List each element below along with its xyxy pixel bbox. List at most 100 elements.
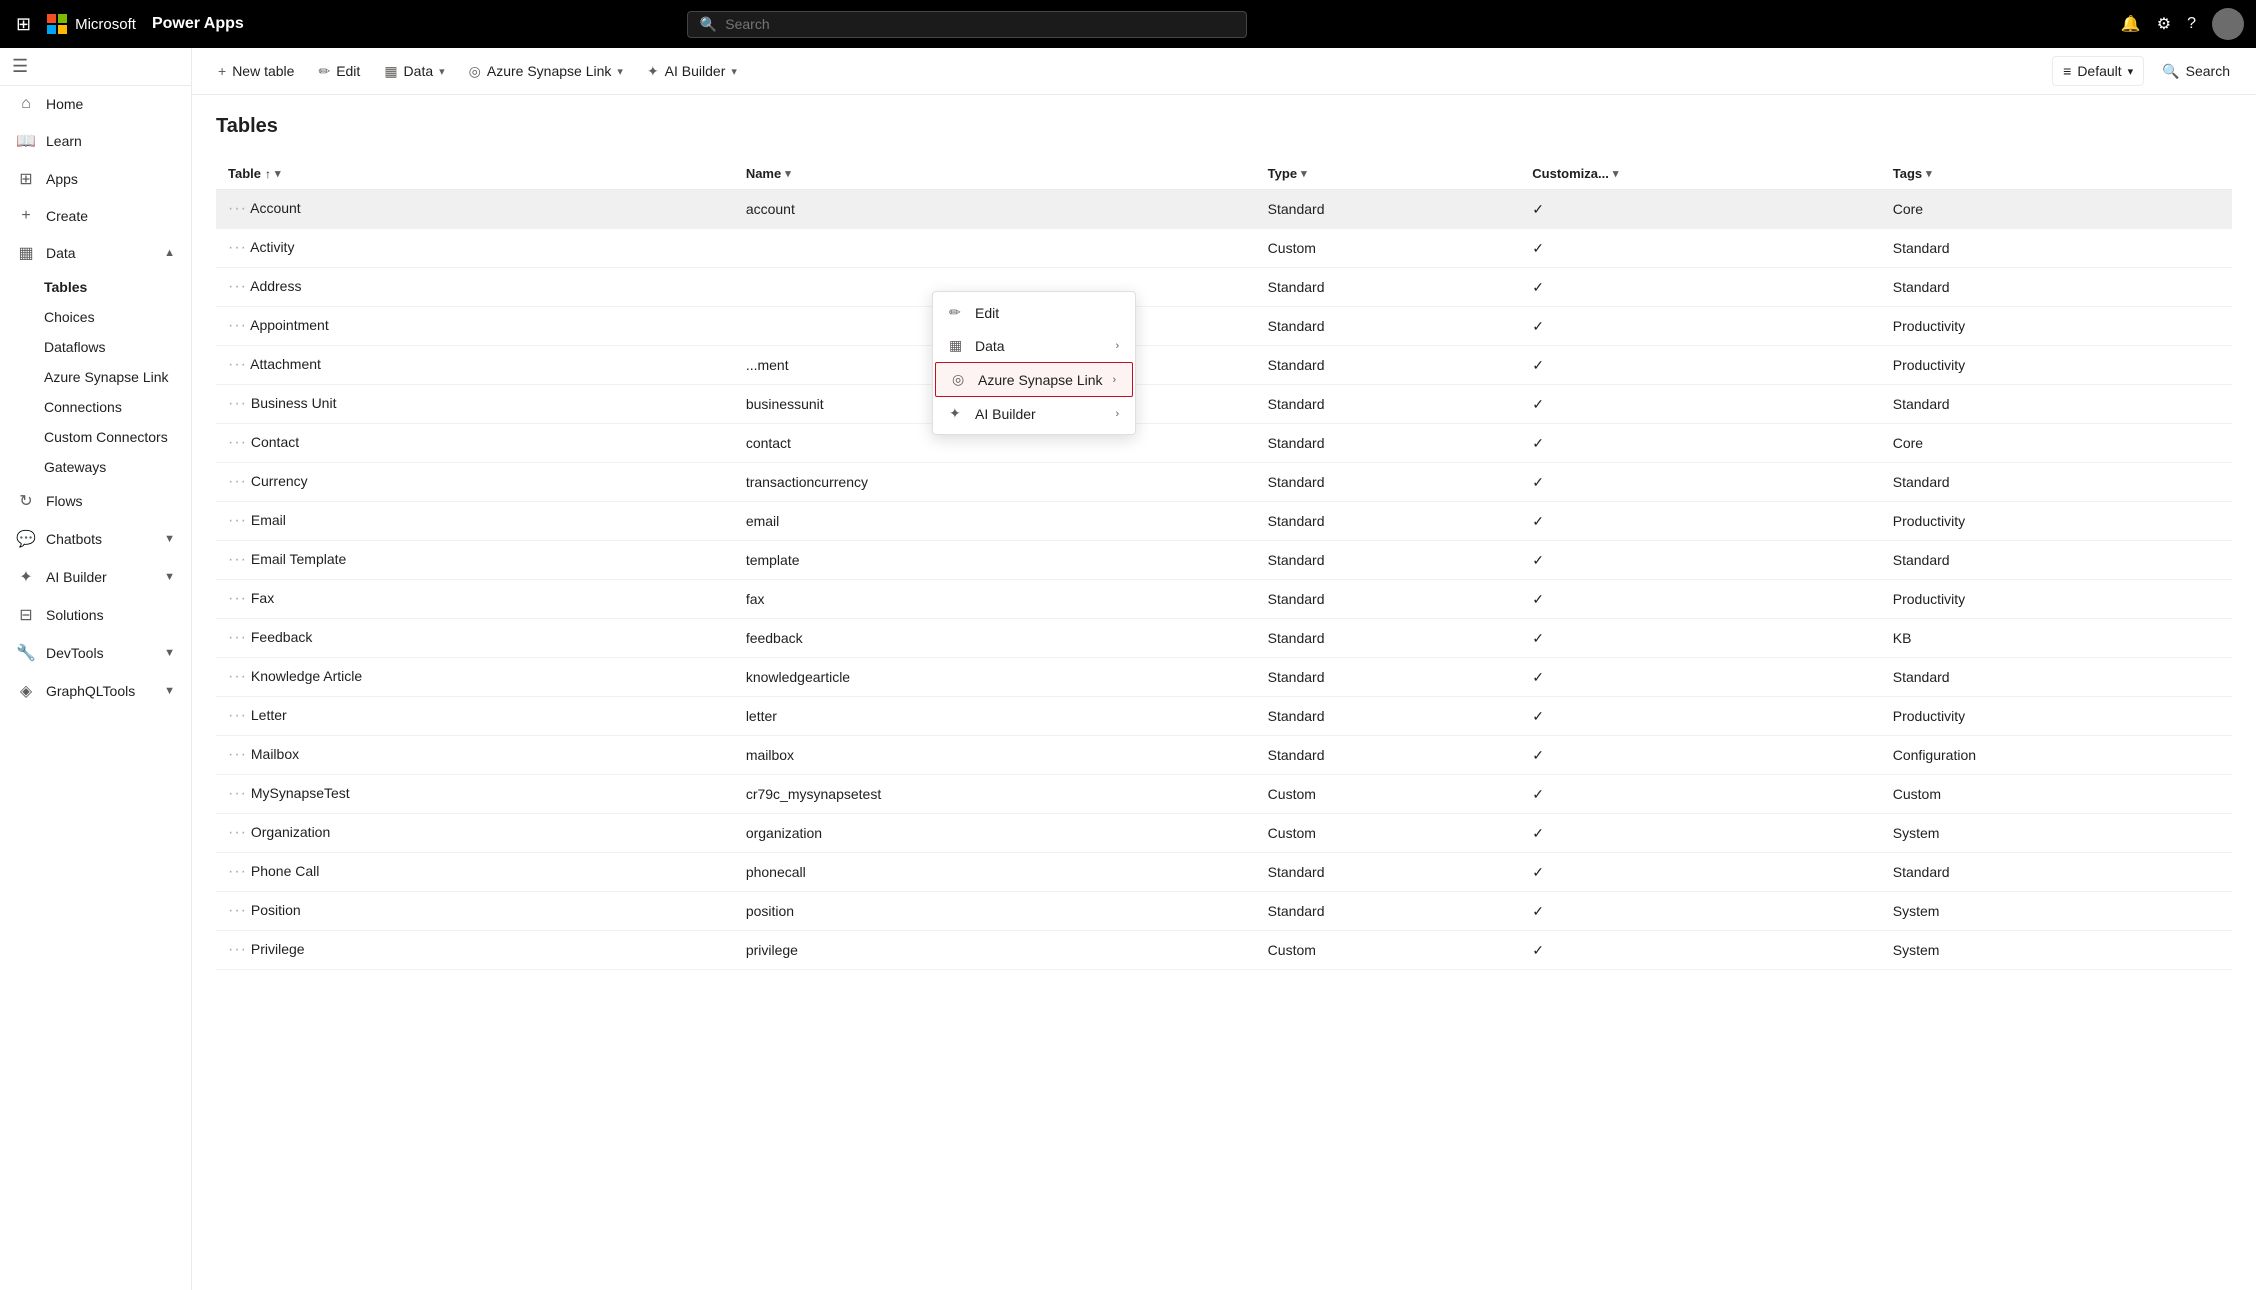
row-menu-2[interactable]: ··· bbox=[228, 278, 247, 295]
row-menu-18[interactable]: ··· bbox=[228, 902, 247, 919]
sidebar-item-connections[interactable]: Connections bbox=[36, 393, 187, 421]
row-menu-13[interactable]: ··· bbox=[228, 707, 247, 724]
row-menu-4[interactable]: ··· bbox=[228, 356, 247, 373]
row-menu-15[interactable]: ··· bbox=[228, 785, 247, 802]
table-row[interactable]: ··· Email Template template Standard ✓ S… bbox=[216, 541, 2232, 580]
table-row[interactable]: ··· Mailbox mailbox Standard ✓ Configura… bbox=[216, 736, 2232, 775]
table-row[interactable]: ··· Account account Standard ✓ Core bbox=[216, 190, 2232, 229]
sidebar-item-create[interactable]: + Create bbox=[4, 199, 187, 233]
context-menu-edit[interactable]: ✏ Edit bbox=[933, 296, 1135, 329]
row-menu-3[interactable]: ··· bbox=[228, 317, 247, 334]
cell-tags-4: Productivity bbox=[1881, 346, 2232, 385]
context-menu-ai-builder[interactable]: ✦ AI Builder › bbox=[933, 397, 1135, 430]
table-row[interactable]: ··· Organization organization Custom ✓ S… bbox=[216, 814, 2232, 853]
sidebar-item-flows[interactable]: ↻ Flows bbox=[4, 483, 187, 519]
table-row[interactable]: ··· Knowledge Article knowledgearticle S… bbox=[216, 658, 2232, 697]
search-button[interactable]: 🔍 Search bbox=[2152, 57, 2240, 86]
table-row[interactable]: ··· Email email Standard ✓ Productivity bbox=[216, 502, 2232, 541]
sidebar-item-apps[interactable]: ⊞ Apps bbox=[4, 161, 187, 197]
app-name: Power Apps bbox=[152, 15, 244, 33]
cell-type-1: Custom bbox=[1256, 229, 1521, 268]
table-row[interactable]: ··· Fax fax Standard ✓ Productivity bbox=[216, 580, 2232, 619]
global-search-bar[interactable]: 🔍 bbox=[687, 11, 1247, 38]
row-menu-17[interactable]: ··· bbox=[228, 863, 247, 880]
row-menu-14[interactable]: ··· bbox=[228, 746, 247, 763]
col-header-tags[interactable]: Tags ▾ bbox=[1881, 158, 2232, 190]
cell-customizable-18: ✓ bbox=[1520, 892, 1880, 931]
table-row[interactable]: ··· Position position Standard ✓ System bbox=[216, 892, 2232, 931]
context-menu-azure-synapse[interactable]: ◎ Azure Synapse Link › bbox=[935, 362, 1133, 397]
col-header-table[interactable]: Table ↑ ▾ bbox=[216, 158, 734, 190]
toolbar: + New table ✏ Edit ▦ Data ▾ ◎ Azure Syna… bbox=[192, 48, 2256, 95]
sidebar-item-devtools[interactable]: 🔧 DevTools ▼ bbox=[4, 635, 187, 671]
row-menu-7[interactable]: ··· bbox=[228, 473, 247, 490]
azure-synapse-button[interactable]: ◎ Azure Synapse Link ▾ bbox=[459, 57, 633, 86]
table-row[interactable]: ··· Attachment ...ment Standard ✓ Produc… bbox=[216, 346, 2232, 385]
ai-builder-button[interactable]: ✦ AI Builder ▾ bbox=[637, 57, 747, 86]
row-menu-9[interactable]: ··· bbox=[228, 551, 247, 568]
sidebar-item-data[interactable]: ▦ Data ▲ bbox=[4, 235, 187, 271]
sidebar-item-chatbots[interactable]: 💬 Chatbots ▼ bbox=[4, 521, 187, 557]
sidebar-item-graphql[interactable]: ◈ GraphQLTools ▼ bbox=[4, 673, 187, 709]
table-row[interactable]: ··· Activity Custom ✓ Standard bbox=[216, 229, 2232, 268]
data-button[interactable]: ▦ Data ▾ bbox=[374, 57, 454, 86]
row-menu-11[interactable]: ··· bbox=[228, 629, 247, 646]
settings-icon[interactable]: ⚙ bbox=[2157, 14, 2171, 34]
col-header-customizable[interactable]: Customiza... ▾ bbox=[1520, 158, 1880, 190]
table-row[interactable]: ··· MySynapseTest cr79c_mysynapsetest Cu… bbox=[216, 775, 2232, 814]
notifications-icon[interactable]: 🔔 bbox=[2121, 14, 2141, 34]
table-row[interactable]: ··· Feedback feedback Standard ✓ KB bbox=[216, 619, 2232, 658]
home-icon: ⌂ bbox=[16, 95, 36, 113]
data-icon: ▦ bbox=[16, 243, 36, 263]
new-table-icon: + bbox=[218, 63, 226, 79]
col-header-name[interactable]: Name ▾ bbox=[734, 158, 1256, 190]
toolbar-right: ≡ Default ▾ 🔍 Search bbox=[2052, 56, 2240, 86]
table-row[interactable]: ··· Phone Call phonecall Standard ✓ Stan… bbox=[216, 853, 2232, 892]
table-row[interactable]: ··· Letter letter Standard ✓ Productivit… bbox=[216, 697, 2232, 736]
default-view-button[interactable]: ≡ Default ▾ bbox=[2052, 56, 2144, 86]
table-row[interactable]: ··· Contact contact Standard ✓ Core bbox=[216, 424, 2232, 463]
row-menu-8[interactable]: ··· bbox=[228, 512, 247, 529]
azure-synapse-label: Azure Synapse Link bbox=[487, 63, 612, 79]
avatar[interactable] bbox=[2212, 8, 2244, 40]
row-menu-1[interactable]: ··· bbox=[228, 239, 247, 256]
cell-customizable-15: ✓ bbox=[1520, 775, 1880, 814]
sidebar-item-home[interactable]: ⌂ Home bbox=[4, 87, 187, 121]
sidebar-item-azure-synapse[interactable]: Azure Synapse Link bbox=[36, 363, 187, 391]
sidebar-item-tables[interactable]: Tables bbox=[36, 273, 187, 301]
cell-type-11: Standard bbox=[1256, 619, 1521, 658]
table-row[interactable]: ··· Appointment Standard ✓ Productivity bbox=[216, 307, 2232, 346]
col-header-type[interactable]: Type ▾ bbox=[1256, 158, 1521, 190]
sidebar-toggle[interactable]: ☰ bbox=[0, 48, 191, 86]
context-menu-data[interactable]: ▦ Data › bbox=[933, 329, 1135, 362]
cell-tags-18: System bbox=[1881, 892, 2232, 931]
cell-tags-6: Core bbox=[1881, 424, 2232, 463]
sidebar-item-choices[interactable]: Choices bbox=[36, 303, 187, 331]
sidebar-item-learn[interactable]: 📖 Learn bbox=[4, 123, 187, 159]
table-row[interactable]: ··· Privilege privilege Custom ✓ System bbox=[216, 931, 2232, 970]
table-row[interactable]: ··· Business Unit businessunit Standard … bbox=[216, 385, 2232, 424]
waffle-icon[interactable]: ⊞ bbox=[12, 10, 35, 39]
new-table-button[interactable]: + New table bbox=[208, 57, 304, 85]
row-menu-0[interactable]: ··· bbox=[228, 200, 247, 217]
row-menu-10[interactable]: ··· bbox=[228, 590, 247, 607]
sidebar-item-custom-connectors[interactable]: Custom Connectors bbox=[36, 423, 187, 451]
row-menu-16[interactable]: ··· bbox=[228, 824, 247, 841]
row-menu-19[interactable]: ··· bbox=[228, 941, 247, 958]
name-sort-icon: ▾ bbox=[785, 167, 791, 180]
table-row[interactable]: ··· Currency transactioncurrency Standar… bbox=[216, 463, 2232, 502]
sidebar-item-gateways[interactable]: Gateways bbox=[36, 453, 187, 481]
global-search-input[interactable] bbox=[725, 16, 1234, 32]
cell-name-1 bbox=[734, 229, 1256, 268]
row-menu-6[interactable]: ··· bbox=[228, 434, 247, 451]
table-row[interactable]: ··· Address Standard ✓ Standard bbox=[216, 268, 2232, 307]
help-icon[interactable]: ? bbox=[2187, 15, 2196, 33]
row-menu-5[interactable]: ··· bbox=[228, 395, 247, 412]
learn-icon: 📖 bbox=[16, 131, 36, 151]
cell-tags-2: Standard bbox=[1881, 268, 2232, 307]
edit-button[interactable]: ✏ Edit bbox=[308, 57, 370, 86]
sidebar-item-solutions[interactable]: ⊟ Solutions bbox=[4, 597, 187, 633]
sidebar-item-ai-builder[interactable]: ✦ AI Builder ▼ bbox=[4, 559, 187, 595]
sidebar-item-dataflows[interactable]: Dataflows bbox=[36, 333, 187, 361]
row-menu-12[interactable]: ··· bbox=[228, 668, 247, 685]
